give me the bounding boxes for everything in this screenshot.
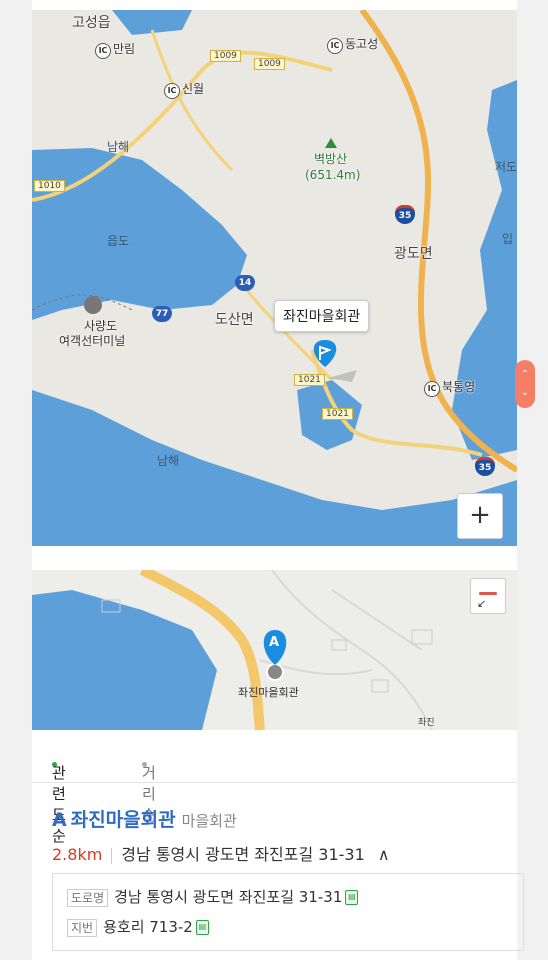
place-dosan: 도산면 [215,312,254,328]
road-address-line: 도로명 경남 통영시 광도면 좌진포길 31-31 ▤ [67,886,359,907]
result-distance: 2.8km [52,845,103,864]
result-address-row: 2.8km 경남 통영시 광도면 좌진포길 31-31 ∧ [52,841,390,865]
divider [111,847,113,864]
route-shield-14: 14 [235,275,255,291]
road-number-1009-b: 1009 [254,58,285,70]
road-address-tag: 도로명 [67,889,109,907]
route-shield-77: 77 [152,306,172,322]
zoom-in-button[interactable]: + [457,493,503,539]
place-buktongyeong: IC 북통영 [424,378,475,397]
island-label-eupdo: 읍도 [107,234,130,248]
place-sinwol-label: 신월 [182,82,205,96]
place-jwajin-side: 좌진 [418,718,435,728]
ic-badge: IC [95,43,111,59]
place-gwangdo: 광도면 [394,246,433,262]
road-number-1021-b: 1021 [322,408,353,420]
road-number-1010: 1010 [34,180,65,192]
chevron-up-icon: ⌃ [520,369,530,380]
result-category: 마을회관 [181,812,237,830]
mountain-height: (651.4m) [305,168,361,182]
ic-badge: IC [424,381,440,397]
result-title[interactable]: A 좌진마을회관 마을회관 [52,805,237,832]
sort-option-label: 관련도순 [52,764,66,845]
mountain-label: 벽방산 [314,152,348,166]
detail-map-background [32,570,517,730]
ferry-icon [84,296,102,314]
sea-label-namhae: 남해 [107,140,130,154]
map-background [32,10,517,546]
map-resize-handle[interactable]: ⌃ ⌄ [515,360,535,408]
arrow-icon: ↙ [477,597,487,610]
ic-badge: IC [164,83,180,99]
place-sinwol: IC 신월 [164,80,204,99]
location-pin-icon[interactable] [310,340,340,370]
result-name[interactable]: 좌진마을회관 [71,809,176,831]
zoom-out-button[interactable]: ↙ [470,578,506,614]
ic-badge: IC [327,38,343,54]
overview-map[interactable]: 고성읍 IC 만림 IC 신월 IC 동고성 남해 읍도 벽방산 (651.4m) 저… [32,10,517,546]
lot-address: 용호리 713-2 [103,918,193,936]
place-donggoseong-label: 동고성 [345,37,379,51]
chevron-down-icon: ⌄ [520,387,530,398]
place-jeodo: 저도 [495,160,517,174]
lot-address-tag: 지번 [67,919,98,937]
place-buktongyeong-label: 북통영 [442,380,476,394]
sort-bar: 관련도순 거리순 [32,730,517,845]
place-manrim: IC 만림 [95,40,135,59]
place-callout[interactable]: 좌진마을회관 [274,300,370,332]
sea-label-namhae-2: 남해 [157,454,180,468]
highway-shield-35-b: 35 [475,457,495,476]
result-address: 경남 통영시 광도면 좌진포길 31-31 [121,845,365,864]
road-number-1009: 1009 [210,50,241,62]
address-detail-box: 도로명 경남 통영시 광도면 좌진포길 31-31 ▤ 지번 용호리 713-2 ▤ [52,873,524,951]
detail-pin-label: 좌진마을회관 [238,686,299,699]
page: 고성읍 IC 만림 IC 신월 IC 동고성 남해 읍도 벽방산 (651.4m) 저… [32,0,535,960]
road-number-1021: 1021 [294,374,325,386]
result-letter: A [52,809,67,831]
minus-icon [479,592,497,595]
place-ip: 입 [502,232,514,246]
highway-shield-35: 35 [395,205,415,224]
lot-address-line: 지번 용호리 713-2 ▤ [67,916,209,937]
place-manrim-label: 만림 [113,42,136,56]
road-address: 경남 통영시 광도면 좌진포길 31-31 [114,888,343,906]
pin-letter: A [269,635,280,650]
copy-icon[interactable]: ▤ [195,920,209,935]
place-goseong: 고성읍 [72,15,111,31]
detail-map[interactable]: A 좌진 ↙ [32,570,517,730]
place-donggoseong: IC 동고성 [327,35,378,54]
copy-icon[interactable]: ▤ [345,890,359,905]
chevron-up-icon[interactable]: ∧ [378,845,390,864]
place-saryangdo-terminal: 여객선터미널 [59,334,126,348]
